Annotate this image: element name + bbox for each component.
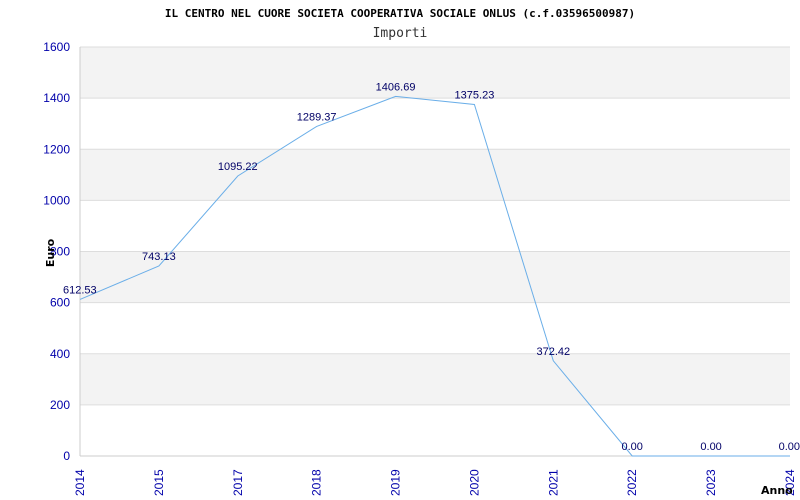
data-label: 372.42	[537, 346, 571, 358]
data-label: 743.13	[142, 251, 176, 263]
x-tick-label: 2014	[73, 469, 87, 496]
x-tick-label: 2020	[467, 469, 481, 496]
data-label: 0.00	[779, 441, 800, 453]
x-tick-label: 2015	[152, 469, 166, 496]
x-tick-label: 2018	[310, 469, 324, 496]
x-tick-labels: 2014 2015 2017 2018 2019 2020 2021 2022 2023 2024	[73, 469, 797, 496]
y-tick-label: 400	[50, 347, 70, 361]
line-chart: IL CENTRO NEL CUORE SOCIETA COOPERATIVA …	[43, 7, 800, 497]
data-label: 1375.23	[455, 89, 495, 101]
data-label: 1406.69	[376, 81, 416, 93]
x-tick-label: 2017	[231, 469, 245, 496]
x-tick-label: 2023	[704, 469, 718, 496]
y-tick-label: 1600	[43, 40, 70, 54]
y-tick-label: 200	[50, 398, 70, 412]
grid-band	[80, 353, 790, 405]
data-label: 612.53	[63, 284, 97, 296]
x-tick-label: 2021	[546, 469, 560, 496]
data-label: 1095.22	[218, 161, 258, 173]
y-tick-label: 1200	[43, 142, 70, 156]
x-tick-label: 2022	[625, 469, 639, 496]
y-tick-label: 600	[50, 296, 70, 310]
x-tick-label: 2019	[389, 469, 403, 496]
chart-title: IL CENTRO NEL CUORE SOCIETA COOPERATIVA …	[165, 7, 635, 20]
data-label: 1289.37	[297, 111, 337, 123]
data-label: 0.00	[700, 441, 721, 453]
y-axis-label: Euro	[44, 238, 57, 267]
grid-band	[80, 251, 790, 303]
y-tick-label: 1000	[43, 193, 70, 207]
y-tick-label: 0	[63, 449, 70, 463]
chart-subtitle: Importi	[373, 26, 428, 41]
y-tick-label: 1400	[43, 91, 70, 105]
grid-band	[80, 149, 790, 201]
data-label: 0.00	[622, 441, 643, 453]
grid-band	[80, 47, 790, 99]
x-axis-label: Anno	[761, 484, 793, 497]
